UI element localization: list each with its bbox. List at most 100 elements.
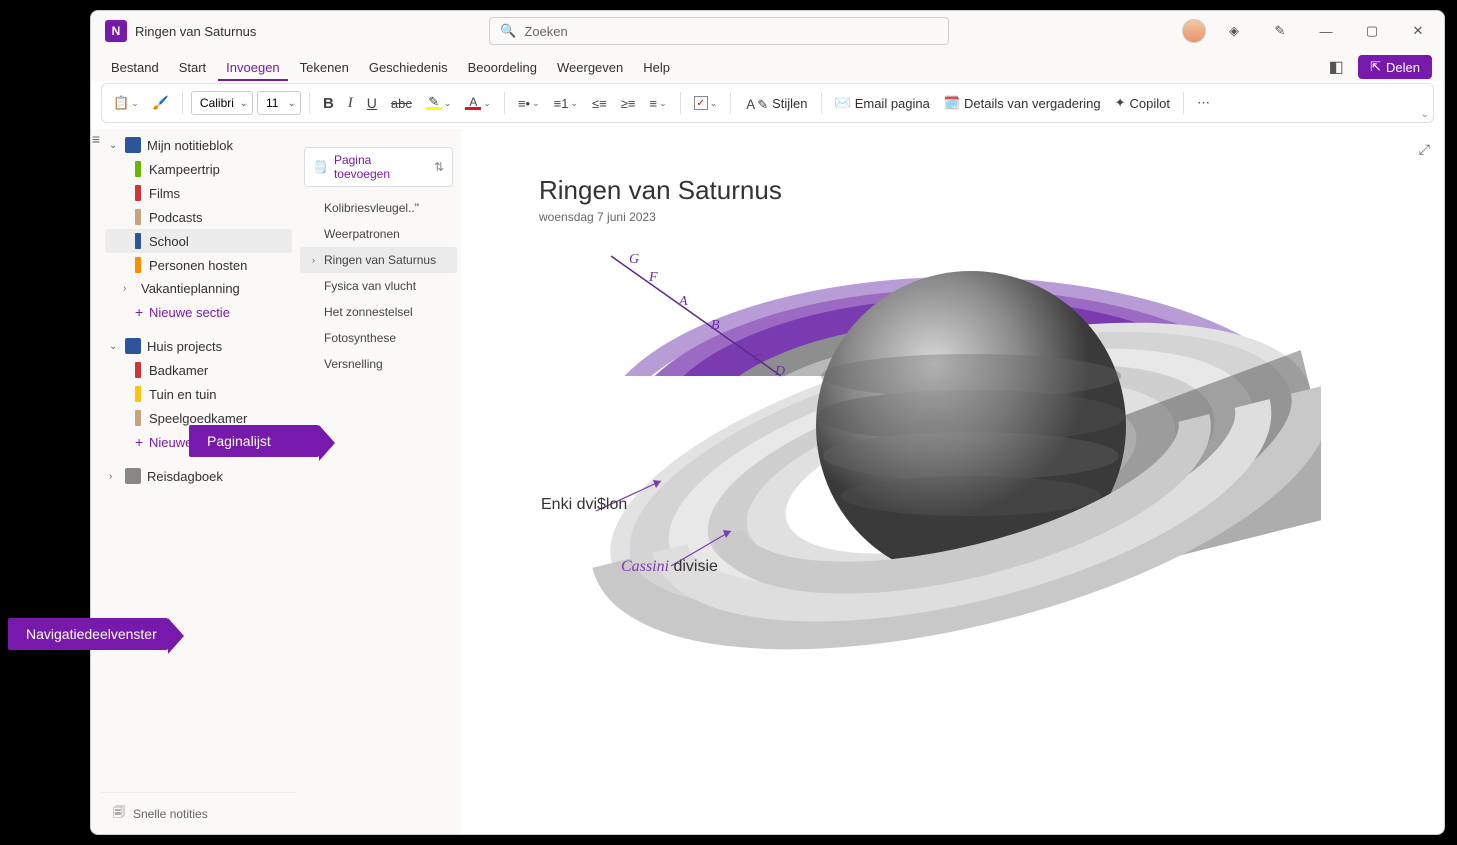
styles-label: Stijlen [772,96,807,111]
search-box[interactable]: 🔍 Zoeken [489,17,949,45]
section-label: School [149,234,189,249]
page-item-kolibriesvleugel-[interactable]: Kolibriesvleugel.." [300,195,457,221]
divisie-word: divisie [673,558,717,575]
notebook-huis-projects[interactable]: ⌄ Huis projects [101,334,296,358]
tab-help[interactable]: Help [635,56,678,81]
nav-toggle-icon[interactable]: ≡ [92,131,100,147]
section-label: Vakantieplanning [141,281,240,296]
ring-label-c: C [753,352,762,368]
chevron-icon: › [123,283,133,294]
bold-button[interactable]: B [318,91,339,116]
section-color-icon [135,362,141,378]
quick-notes-icon: 🗐 [113,803,125,824]
share-button[interactable]: ⇱ Delen [1358,55,1432,79]
strikethrough-button[interactable]: abc [386,92,417,115]
notebook-icon [125,338,141,354]
page-canvas[interactable]: ⤢ Ringen van Saturnus woensdag 7 juni 20… [461,129,1444,834]
styles-icon: Ａ✎ [744,94,768,113]
chevron-icon: ⌄ [109,341,119,352]
section-item-films[interactable]: Films [105,181,292,205]
highlight-button[interactable]: ✎⌄ [421,92,457,114]
section-item-school[interactable]: School [105,229,292,253]
quick-notes-label: Snelle notities [133,807,208,821]
user-avatar[interactable] [1182,19,1206,43]
ring-label-f: F [649,270,658,286]
dock-window-icon[interactable]: ◧ [1322,53,1350,81]
more-commands-button[interactable]: ⋯ [1192,91,1215,115]
toolbar-expand-icon[interactable]: ⌄ [1421,109,1429,120]
ring-label-d: D [775,364,785,380]
bullet-list-button[interactable]: ≡•⌄ [513,92,545,115]
tab-bestand[interactable]: Bestand [103,56,167,81]
tab-weergeven[interactable]: Weergeven [549,56,631,81]
section-color-icon [135,410,141,426]
section-label: Speelgoedkamer [149,411,247,426]
page-label: Fotosynthese [324,331,396,345]
underline-button[interactable]: U [362,91,382,115]
page-item-fotosynthese[interactable]: Fotosynthese [300,325,457,351]
premium-icon[interactable]: ◈ [1216,15,1252,47]
notebook-reisdagboek[interactable]: › Reisdagboek [101,464,296,488]
align-button[interactable]: ≡⌄ [645,92,672,115]
section-label: Badkamer [149,363,208,378]
section-item-badkamer[interactable]: Badkamer [105,358,292,382]
page-item-weerpatronen[interactable]: Weerpatronen [300,221,457,247]
section-color-icon [135,209,141,225]
maximize-button[interactable]: ▢ [1354,15,1390,47]
copilot-button[interactable]: ✦Copilot [1110,91,1175,115]
page-label: Kolibriesvleugel.." [324,201,419,215]
fullscreen-icon[interactable]: ⤢ [1419,141,1430,158]
chevron-icon: ⌄ [109,140,119,151]
styles-button[interactable]: Ａ✎ Stijlen [739,90,812,117]
meeting-details-button[interactable]: 🗓️Details van vergadering [939,91,1106,115]
section-label: Podcasts [149,210,202,225]
tab-start[interactable]: Start [171,56,214,81]
number-list-button[interactable]: ≡1⌄ [549,92,583,115]
ribbon-tabs: Bestand Start Invoegen Tekenen Geschiede… [91,51,1444,81]
indent-button[interactable]: ≥≡ [616,92,641,115]
page-item-het-zonnestelsel[interactable]: Het zonnestelsel [300,299,457,325]
page-title[interactable]: Ringen van Saturnus [539,175,1404,206]
email-label: Email pagina [855,96,930,111]
section-item-kampeertrip[interactable]: Kampeertrip [105,157,292,181]
format-painter-button[interactable]: 🖌️ [148,91,174,115]
section-item-vakantieplanning[interactable]: › Vakantieplanning [105,277,292,300]
share-icon: ⇱ [1370,59,1381,75]
tag-button[interactable]: ✓⌄ [689,92,723,114]
quick-notes-button[interactable]: 🗐 Snelle notities [101,792,296,834]
callout-page-list: Paginalijst [189,425,319,457]
tab-invoegen[interactable]: Invoegen [218,56,288,81]
tab-geschiedenis[interactable]: Geschiedenis [361,56,456,81]
callout-navigation-pane: Navigatiedeelvenster [8,618,168,650]
search-icon: 🔍 [500,23,516,39]
section-item-personen-hosten[interactable]: Personen hosten [105,253,292,277]
close-button[interactable]: ✕ [1400,15,1436,47]
page-date: woensdag 7 juni 2023 [539,210,1404,224]
notebook-label: Huis projects [147,339,222,354]
notebook-mijn-notitieblok[interactable]: ⌄ Mijn notitieblok [101,133,296,157]
italic-button[interactable]: I [343,91,358,116]
paste-button[interactable]: 📋⌄ [108,91,144,115]
sort-pages-icon[interactable]: ⇅ [434,160,444,174]
font-name-select[interactable]: Calibri [191,91,253,115]
section-item-tuin-en-tuin[interactable]: Tuin en tuin [105,382,292,406]
designer-icon[interactable]: ✎ [1262,15,1298,47]
notebook-label: Mijn notitieblok [147,138,233,153]
page-item-versnelling[interactable]: Versnelling [300,351,457,377]
page-label: Weerpatronen [324,227,400,241]
section-item-podcasts[interactable]: Podcasts [105,205,292,229]
mail-icon: ✉️ [835,95,851,111]
outdent-button[interactable]: ≤≡ [587,92,612,115]
section-color-icon [135,257,141,273]
tab-beoordeling[interactable]: Beoordeling [460,56,545,81]
font-size-select[interactable]: 11 [257,91,301,115]
new-section-button[interactable]: +Nieuwe sectie [105,300,292,324]
minimize-button[interactable]: — [1308,15,1344,47]
email-page-button[interactable]: ✉️ Email pagina [830,91,935,115]
add-page-button[interactable]: 🗒️ Pagina toevoegen ⇅ [304,147,453,187]
page-item-ringen-van-saturnus[interactable]: ›Ringen van Saturnus [300,247,457,273]
tab-tekenen[interactable]: Tekenen [292,56,357,81]
page-item-fysica-van-vlucht[interactable]: Fysica van vlucht [300,273,457,299]
ring-label-g: G [629,252,639,268]
font-color-button[interactable]: A⌄ [460,92,496,114]
